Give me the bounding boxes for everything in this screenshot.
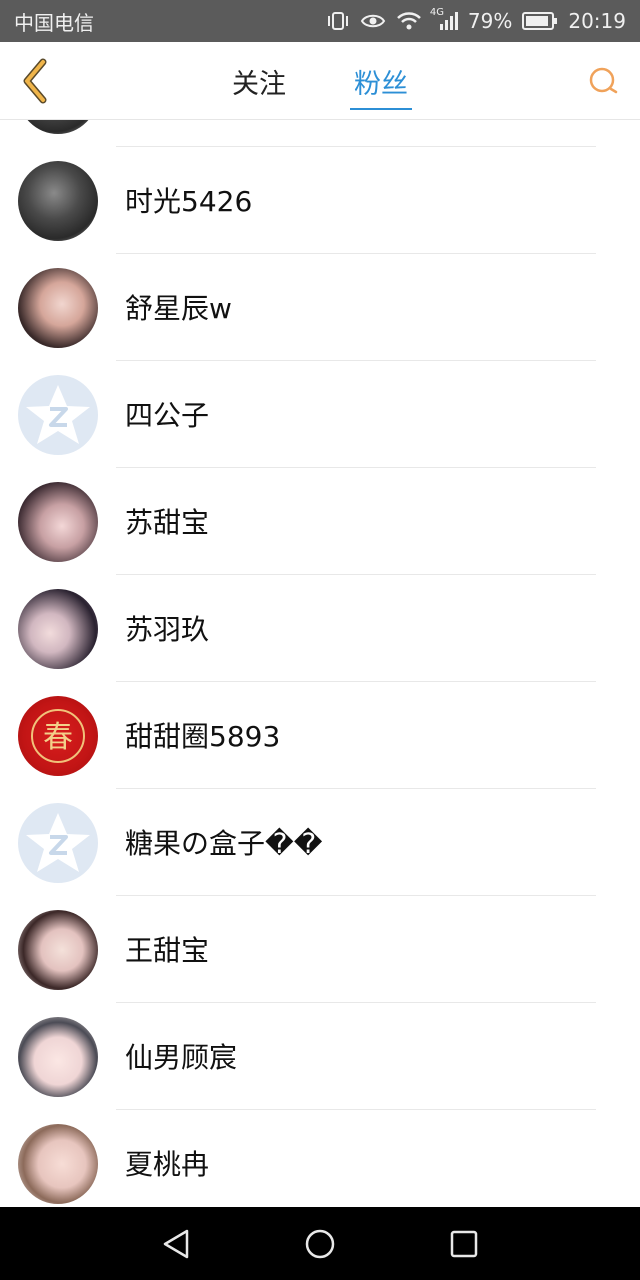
avatar — [18, 482, 98, 562]
wifi-icon — [396, 11, 422, 31]
fan-name: 夏桃冉 — [125, 1148, 210, 1181]
list-item[interactable]: 王甜宝 — [0, 896, 640, 1003]
nav-back-button[interactable] — [152, 1220, 200, 1268]
fan-name: 王甜宝 — [125, 934, 210, 967]
list-item[interactable]: 时光5426 — [0, 147, 640, 254]
battery-icon — [522, 11, 558, 31]
network-type-label: 4G — [429, 7, 445, 18]
top-header: 关注 粉丝 — [0, 42, 640, 120]
default-avatar-icon — [18, 375, 98, 455]
fan-name: 苏羽玖 — [125, 613, 210, 646]
fan-name: 苏甜宝 — [125, 506, 210, 539]
tab-following[interactable]: 关注 — [228, 56, 290, 107]
fan-name: 四公子 — [125, 399, 210, 432]
battery-percent: 79% — [467, 9, 513, 33]
vibrate-icon — [326, 10, 350, 32]
avatar — [18, 1017, 98, 1097]
search-icon — [589, 67, 618, 94]
fan-name: 甜甜圈5893 — [125, 720, 281, 753]
avatar — [18, 1124, 98, 1204]
default-avatar-icon — [18, 803, 98, 883]
fan-name: 舒星辰w — [125, 292, 232, 325]
list-item[interactable]: 苏羽玖 — [0, 575, 640, 682]
avatar: 春 — [18, 696, 98, 776]
triangle-back-icon — [163, 1229, 189, 1258]
carrier-label: 中国电信 — [14, 10, 94, 35]
list-item[interactable]: 春 甜甜圈5893 — [0, 682, 640, 789]
tab-bar: 关注 粉丝 — [0, 42, 640, 120]
list-item[interactable]: 苏甜宝 — [0, 468, 640, 575]
avatar — [18, 120, 98, 134]
circle-home-icon — [305, 1229, 335, 1258]
list-item[interactable]: 仙男顾宸 — [0, 1003, 640, 1110]
eye-icon — [360, 12, 386, 30]
fan-name: 糖果の盒子�� — [125, 827, 323, 860]
avatar — [18, 268, 98, 348]
list-item[interactable]: 夏桃冉 — [0, 1110, 640, 1207]
status-bar: 中国电信 4G 79% 20:19 — [0, 0, 640, 42]
avatar — [18, 161, 98, 241]
square-recents-icon — [450, 1230, 478, 1257]
avatar — [18, 910, 98, 990]
avatar-glyph: 春 — [43, 720, 73, 755]
search-button[interactable] — [586, 64, 620, 98]
system-nav-bar — [0, 1207, 640, 1280]
fans-list: 时光5426 舒星辰w 四公子 苏甜宝 苏羽玖 春 甜甜圈5893 糖果の盒子�… — [0, 120, 640, 1207]
clock: 20:19 — [568, 9, 626, 33]
nav-home-button[interactable] — [296, 1220, 344, 1268]
list-item[interactable]: 四公子 — [0, 361, 640, 468]
list-item[interactable] — [0, 120, 640, 147]
list-item[interactable]: 糖果の盒子�� — [0, 789, 640, 896]
fan-name: 时光5426 — [125, 185, 253, 218]
list-item[interactable]: 舒星辰w — [0, 254, 640, 361]
fan-name: 仙男顾宸 — [125, 1041, 238, 1074]
nav-recents-button[interactable] — [440, 1220, 488, 1268]
avatar — [18, 589, 98, 669]
tab-fans[interactable]: 粉丝 — [350, 56, 412, 110]
signal-icon: 4G — [430, 7, 458, 31]
